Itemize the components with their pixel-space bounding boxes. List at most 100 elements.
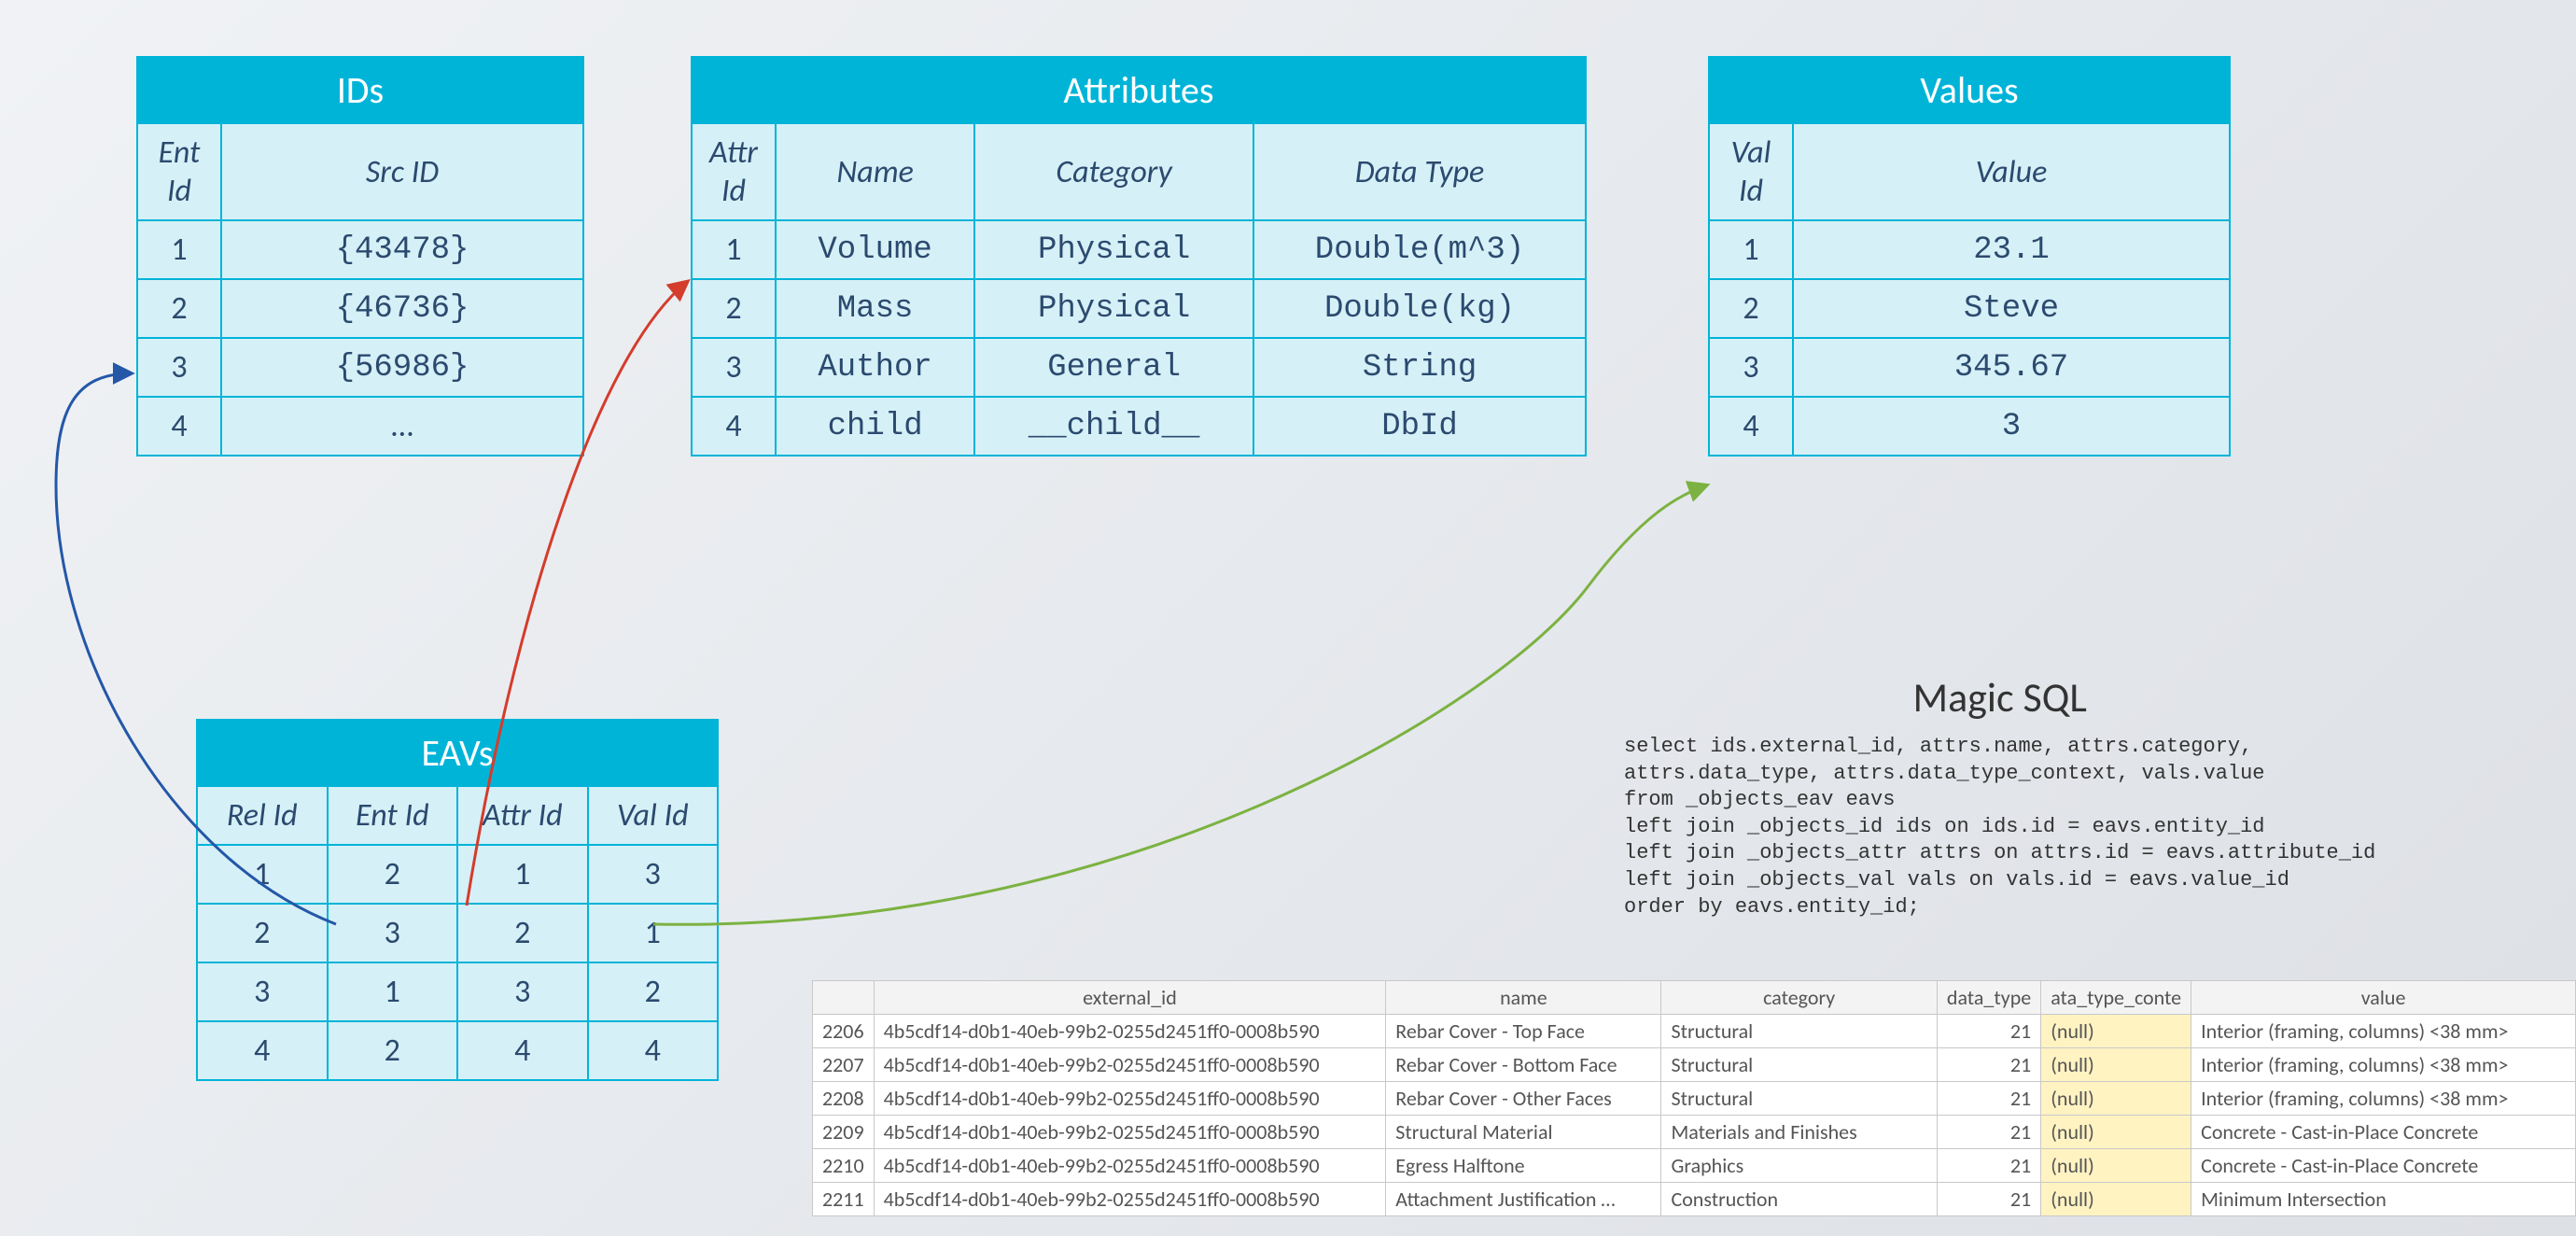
- eav-r3c1: 2: [328, 1021, 458, 1080]
- eav-r1c3: 1: [588, 904, 719, 962]
- r1c1: 4b5cdf14-d0b1-40eb-99b2-0255d2451ff0-000…: [874, 1048, 1386, 1082]
- r4c5: (null): [2041, 1149, 2191, 1183]
- val-r0c1: 23.1: [1793, 220, 2230, 279]
- attr-r3c3: DbId: [1253, 397, 1586, 456]
- r3c0: 2209: [813, 1116, 875, 1149]
- ids-r3c0: 4: [137, 397, 221, 456]
- r2c5: (null): [2041, 1082, 2191, 1116]
- attr-r3c1: child: [776, 397, 974, 456]
- ids-r0c0: 1: [137, 220, 221, 279]
- r2c4: 21: [1937, 1082, 2040, 1116]
- val-r0c0: 1: [1709, 220, 1793, 279]
- eav-r1c0: 2: [197, 904, 328, 962]
- results-table: external_id name category data_type ata_…: [812, 980, 2576, 1216]
- ids-hdr-0: Ent Id: [137, 123, 221, 220]
- r5c3: Construction: [1661, 1183, 1937, 1216]
- r2c0: 2208: [813, 1082, 875, 1116]
- eav-r1c1: 3: [328, 904, 458, 962]
- results-row: 22094b5cdf14-d0b1-40eb-99b2-0255d2451ff0…: [813, 1116, 2576, 1149]
- r4c1: 4b5cdf14-d0b1-40eb-99b2-0255d2451ff0-000…: [874, 1149, 1386, 1183]
- results-row: 22064b5cdf14-d0b1-40eb-99b2-0255d2451ff0…: [813, 1015, 2576, 1048]
- r3c5: (null): [2041, 1116, 2191, 1149]
- val-r1c0: 2: [1709, 279, 1793, 338]
- eav-hdr-2: Attr Id: [457, 786, 588, 845]
- r0c0: 2206: [813, 1015, 875, 1048]
- attr-r1c2: Physical: [974, 279, 1253, 338]
- sql-title: Magic SQL: [1624, 672, 2375, 723]
- r1c6: Interior (framing, columns) <38 mm>: [2191, 1048, 2576, 1082]
- eavs-table: EAVs Rel Id Ent Id Attr Id Val Id 1213 2…: [196, 719, 719, 1081]
- r0c1: 4b5cdf14-d0b1-40eb-99b2-0255d2451ff0-000…: [874, 1015, 1386, 1048]
- r2c6: Interior (framing, columns) <38 mm>: [2191, 1082, 2576, 1116]
- ids-r2c1: {56986}: [221, 338, 583, 397]
- r3c1: 4b5cdf14-d0b1-40eb-99b2-0255d2451ff0-000…: [874, 1116, 1386, 1149]
- r2c3: Structural: [1661, 1082, 1937, 1116]
- r3c4: 21: [1937, 1116, 2040, 1149]
- eav-r0c3: 3: [588, 845, 719, 904]
- val-r2c0: 3: [1709, 338, 1793, 397]
- eav-r0c0: 1: [197, 845, 328, 904]
- r2c2: Rebar Cover - Other Faces: [1386, 1082, 1661, 1116]
- r0c4: 21: [1937, 1015, 2040, 1048]
- eav-hdr-1: Ent Id: [328, 786, 458, 845]
- eav-hdr-0: Rel Id: [197, 786, 328, 845]
- val-hdr-0: Val Id: [1709, 123, 1793, 220]
- eav-r3c3: 4: [588, 1021, 719, 1080]
- eav-r2c0: 3: [197, 962, 328, 1021]
- r-h2: name: [1386, 981, 1661, 1015]
- r1c5: (null): [2041, 1048, 2191, 1082]
- r4c0: 2210: [813, 1149, 875, 1183]
- ids-title: IDs: [137, 57, 583, 123]
- r-h4: data_type: [1937, 981, 2040, 1015]
- attr-r0c1: Volume: [776, 220, 974, 279]
- attr-hdr-0: Attr Id: [692, 123, 776, 220]
- eav-r0c1: 2: [328, 845, 458, 904]
- r3c6: Concrete - Cast-in-Place Concrete: [2191, 1116, 2576, 1149]
- attr-r0c0: 1: [692, 220, 776, 279]
- attr-r2c2: General: [974, 338, 1253, 397]
- ids-r1c0: 2: [137, 279, 221, 338]
- r4c2: Egress Halftone: [1386, 1149, 1661, 1183]
- r5c1: 4b5cdf14-d0b1-40eb-99b2-0255d2451ff0-000…: [874, 1183, 1386, 1216]
- r5c4: 21: [1937, 1183, 2040, 1216]
- r-h5: ata_type_conte: [2041, 981, 2191, 1015]
- r4c3: Graphics: [1661, 1149, 1937, 1183]
- eav-r2c2: 3: [457, 962, 588, 1021]
- attr-hdr-3: Data Type: [1253, 123, 1586, 220]
- r0c6: Interior (framing, columns) <38 mm>: [2191, 1015, 2576, 1048]
- r-h3: category: [1661, 981, 1937, 1015]
- eav-r0c2: 1: [457, 845, 588, 904]
- r1c0: 2207: [813, 1048, 875, 1082]
- values-table: Values Val Id Value 123.1 2Steve 3345.67…: [1708, 56, 2231, 456]
- attributes-table: Attributes Attr Id Name Category Data Ty…: [691, 56, 1587, 456]
- r-h1: external_id: [874, 981, 1386, 1015]
- attr-r1c1: Mass: [776, 279, 974, 338]
- r4c4: 21: [1937, 1149, 2040, 1183]
- attr-title: Attributes: [692, 57, 1586, 123]
- r1c4: 21: [1937, 1048, 2040, 1082]
- r0c2: Rebar Cover - Top Face: [1386, 1015, 1661, 1048]
- r5c2: Attachment Justification …: [1386, 1183, 1661, 1216]
- attr-r0c3: Double(m^3): [1253, 220, 1586, 279]
- r5c0: 2211: [813, 1183, 875, 1216]
- r4c6: Concrete - Cast-in-Place Concrete: [2191, 1149, 2576, 1183]
- attr-r2c1: Author: [776, 338, 974, 397]
- attr-hdr-2: Category: [974, 123, 1253, 220]
- r1c3: Structural: [1661, 1048, 1937, 1082]
- r1c2: Rebar Cover - Bottom Face: [1386, 1048, 1661, 1082]
- results-header-row: external_id name category data_type ata_…: [813, 981, 2576, 1015]
- attr-r3c2: __child__: [974, 397, 1253, 456]
- eav-hdr-3: Val Id: [588, 786, 719, 845]
- eav-r2c3: 2: [588, 962, 719, 1021]
- ids-table: IDs Ent Id Src ID 1{43478} 2{46736} 3{56…: [136, 56, 584, 456]
- attr-r1c3: Double(kg): [1253, 279, 1586, 338]
- r2c1: 4b5cdf14-d0b1-40eb-99b2-0255d2451ff0-000…: [874, 1082, 1386, 1116]
- val-r3c0: 4: [1709, 397, 1793, 456]
- attr-r2c3: String: [1253, 338, 1586, 397]
- eav-title: EAVs: [197, 720, 718, 786]
- val-r2c1: 345.67: [1793, 338, 2230, 397]
- eav-r3c0: 4: [197, 1021, 328, 1080]
- results-row: 22084b5cdf14-d0b1-40eb-99b2-0255d2451ff0…: [813, 1082, 2576, 1116]
- val-hdr-1: Value: [1793, 123, 2230, 220]
- attr-r3c0: 4: [692, 397, 776, 456]
